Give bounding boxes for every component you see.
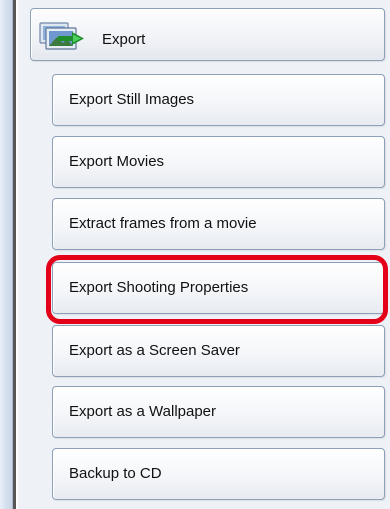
menu-item-export-screen-saver[interactable]: Export as a Screen Saver bbox=[52, 325, 385, 377]
menu-item-label: Extract frames from a movie bbox=[69, 215, 257, 232]
menu-item-export-movies[interactable]: Export Movies bbox=[52, 136, 385, 188]
menu-item-export-wallpaper[interactable]: Export as a Wallpaper bbox=[52, 386, 385, 438]
window-edge-shadow bbox=[13, 0, 16, 509]
export-category-button[interactable]: Export bbox=[30, 8, 385, 61]
menu-item-label: Export Movies bbox=[69, 153, 165, 170]
menu-item-extract-frames[interactable]: Extract frames from a movie bbox=[52, 198, 385, 250]
window-left-edge bbox=[0, 0, 13, 509]
menu-item-label: Export as a Wallpaper bbox=[69, 403, 217, 420]
menu-item-export-still-images[interactable]: Export Still Images bbox=[52, 74, 385, 126]
menu-item-label: Backup to CD bbox=[69, 465, 162, 482]
menu-item-export-shooting-properties[interactable]: Export Shooting Properties bbox=[52, 262, 385, 314]
export-category-label: Export bbox=[102, 31, 146, 48]
menu-item-label: Export Still Images bbox=[69, 91, 195, 108]
menu-item-label: Export as a Screen Saver bbox=[69, 342, 240, 359]
menu-item-backup-to-cd[interactable]: Backup to CD bbox=[52, 448, 385, 500]
export-images-icon bbox=[38, 22, 88, 54]
menu-item-label: Export Shooting Properties bbox=[69, 279, 249, 296]
